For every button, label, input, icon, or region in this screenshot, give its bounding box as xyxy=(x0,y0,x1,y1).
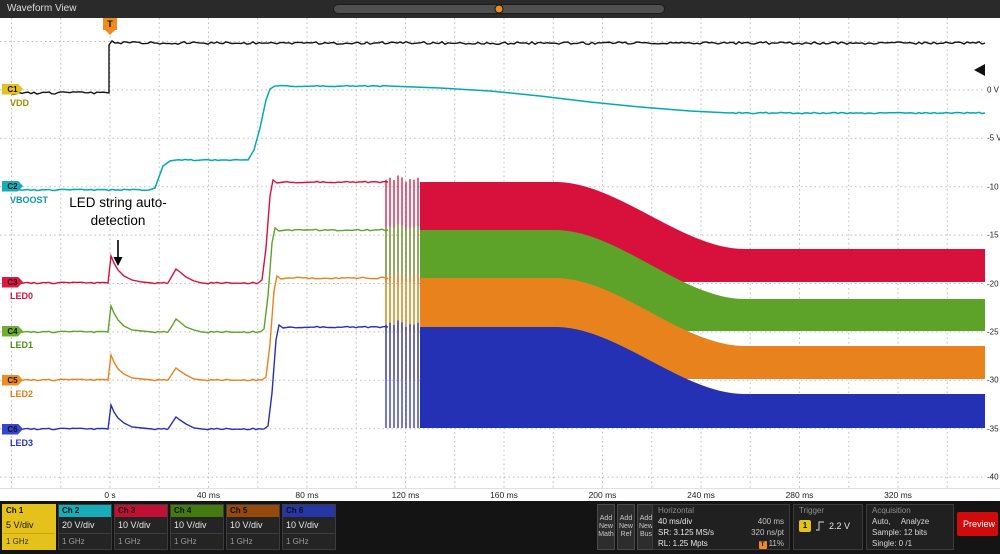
time-label: 200 ms xyxy=(589,490,617,500)
channel-badge-ch4[interactable]: Ch 410 V/div1 GHz xyxy=(170,504,224,550)
horizontal-panel-title: Horizontal xyxy=(653,505,789,516)
channel-box-header: Ch 3 xyxy=(115,505,167,517)
acquisition-analyze: Analyze xyxy=(901,516,929,527)
channel-badge-ch1[interactable]: Ch 15 V/div1 GHz xyxy=(2,504,56,550)
horizontal-row-recordlength: RL: 1.25 Mpts T11% xyxy=(653,538,789,549)
led2-trace xyxy=(10,276,388,381)
channel-box-header: Ch 2 xyxy=(59,505,111,517)
channel-name-label-vboost: VBOOST xyxy=(10,195,48,205)
channel-box-header: Ch 5 xyxy=(227,505,279,517)
trigger-chip-icon: T xyxy=(759,541,767,549)
add-new-ref-button[interactable]: AddNewRef xyxy=(617,504,635,550)
titlebar: Waveform View xyxy=(0,0,1000,18)
annotation-line-2: detection xyxy=(38,212,198,230)
channel-bandwidth-value: 1 GHz xyxy=(283,534,335,549)
trigger-settings-row: 1 2.2 V xyxy=(794,516,862,532)
channel-name-label-led2: LED2 xyxy=(10,389,33,399)
trigger-level-arrow xyxy=(974,64,985,76)
horizontal-window-value: 400 ms xyxy=(758,516,784,527)
vboost-trace xyxy=(10,85,985,190)
horizontal-scale-value: 40 ms/div xyxy=(658,516,692,527)
channel-box-header: Ch 4 xyxy=(171,505,223,517)
time-label: 80 ms xyxy=(295,490,318,500)
acquisition-panel-title: Acquisition xyxy=(867,505,953,516)
channel-vdiv-value: 10 V/div xyxy=(227,517,279,534)
channel-box-header: Ch 6 xyxy=(283,505,335,517)
acquisition-sample-bits: Sample: 12 bits xyxy=(872,527,927,538)
trigger-level-value: 2.2 V xyxy=(829,521,850,531)
time-label: 120 ms xyxy=(392,490,420,500)
sample-interval-value: 320 ns/pt xyxy=(751,527,784,538)
time-label: 40 ms xyxy=(197,490,220,500)
trigger-source-badge: 1 xyxy=(799,520,811,532)
volt-label: -5 V xyxy=(987,134,1000,143)
rising-edge-icon xyxy=(815,520,825,532)
record-length-value: RL: 1.25 Mpts xyxy=(658,538,708,549)
waveform-canvas xyxy=(0,18,1000,488)
trigger-panel-title: Trigger xyxy=(794,505,862,516)
led3-trace xyxy=(10,325,388,430)
trigger-position-flag[interactable]: T xyxy=(103,18,117,30)
channel-vdiv-value: 10 V/div xyxy=(283,517,335,534)
trigger-flag-label: T xyxy=(107,19,113,29)
channel-vdiv-value: 5 V/div xyxy=(3,517,55,534)
pan-indicator-icon[interactable] xyxy=(495,5,504,14)
oscilloscope-screen: Waveform View T LED string auto- detecti… xyxy=(0,0,1000,554)
channel-bandwidth-value: 1 GHz xyxy=(59,534,111,549)
annotation-line-1: LED string auto- xyxy=(38,194,198,212)
acquisition-mode: Auto, xyxy=(872,516,891,527)
channel-badge-ch6[interactable]: Ch 610 V/div1 GHz xyxy=(282,504,336,550)
window-title: Waveform View xyxy=(7,0,76,18)
trigger-position-percent: 11% xyxy=(769,539,784,548)
channel-badge-ch3[interactable]: Ch 310 V/div1 GHz xyxy=(114,504,168,550)
time-label: 0 s xyxy=(104,490,115,500)
channel-vdiv-value: 10 V/div xyxy=(115,517,167,534)
volt-label: -20 V xyxy=(987,279,1000,288)
channel-name-label-led0: LED0 xyxy=(10,291,33,301)
horizontal-row-samplerate: SR: 3.125 MS/s 320 ns/pt xyxy=(653,527,789,538)
led1-trace xyxy=(10,228,388,333)
sample-rate-value: SR: 3.125 MS/s xyxy=(658,527,714,538)
channel-bandwidth-value: 1 GHz xyxy=(115,534,167,549)
add-new-math-button[interactable]: AddNewMath xyxy=(597,504,615,550)
channel-badge-ch5[interactable]: Ch 510 V/div1 GHz xyxy=(226,504,280,550)
volt-label: -40 V xyxy=(987,473,1000,482)
volt-label: -25 V xyxy=(987,328,1000,337)
volt-label: -35 V xyxy=(987,424,1000,433)
time-label: 320 ms xyxy=(884,490,912,500)
channel-bandwidth-value: 1 GHz xyxy=(3,534,55,549)
channel-bandwidth-value: 1 GHz xyxy=(227,534,279,549)
horizontal-row-scale: 40 ms/div 400 ms xyxy=(653,516,789,527)
horizontal-scrollbar[interactable] xyxy=(333,4,665,14)
volt-label: 0 V xyxy=(987,86,999,95)
time-label: 160 ms xyxy=(490,490,518,500)
trigger-panel[interactable]: Trigger 1 2.2 V xyxy=(793,504,863,550)
pwm-bands xyxy=(386,175,985,428)
waveform-plot-area[interactable]: T LED string auto- detection C1VDDC2VBOO… xyxy=(0,18,1000,488)
time-label: 280 ms xyxy=(786,490,814,500)
volt-label: -15 V xyxy=(987,231,1000,240)
acquisition-panel[interactable]: Acquisition Auto, Analyze Sample: 12 bit… xyxy=(866,504,954,550)
vdd-trace xyxy=(10,41,985,94)
channel-name-label-vdd: VDD xyxy=(10,98,29,108)
acquisition-single-count: Single: 0 /1 xyxy=(872,538,912,549)
settings-bar: Ch 15 V/div1 GHzCh 220 V/div1 GHzCh 310 … xyxy=(0,501,1000,554)
channel-name-label-led1: LED1 xyxy=(10,340,33,350)
volt-label: -10 V xyxy=(987,182,1000,191)
horizontal-panel[interactable]: Horizontal 40 ms/div 400 ms SR: 3.125 MS… xyxy=(652,504,790,550)
channel-name-label-led3: LED3 xyxy=(10,438,33,448)
preview-button[interactable]: Preview xyxy=(957,512,998,536)
channel-bandwidth-value: 1 GHz xyxy=(171,534,223,549)
time-label: 240 ms xyxy=(687,490,715,500)
volt-label: -30 V xyxy=(987,376,1000,385)
annotation-led-auto-detection: LED string auto- detection xyxy=(38,194,198,230)
channel-vdiv-value: 10 V/div xyxy=(171,517,223,534)
channel-box-header: Ch 1 xyxy=(3,505,55,517)
time-axis: 0 s 40 ms 80 ms 120 ms 160 ms 200 ms 240 ms 280… xyxy=(0,488,1000,502)
channel-vdiv-value: 20 V/div xyxy=(59,517,111,534)
channel-badge-ch2[interactable]: Ch 220 V/div1 GHz xyxy=(58,504,112,550)
